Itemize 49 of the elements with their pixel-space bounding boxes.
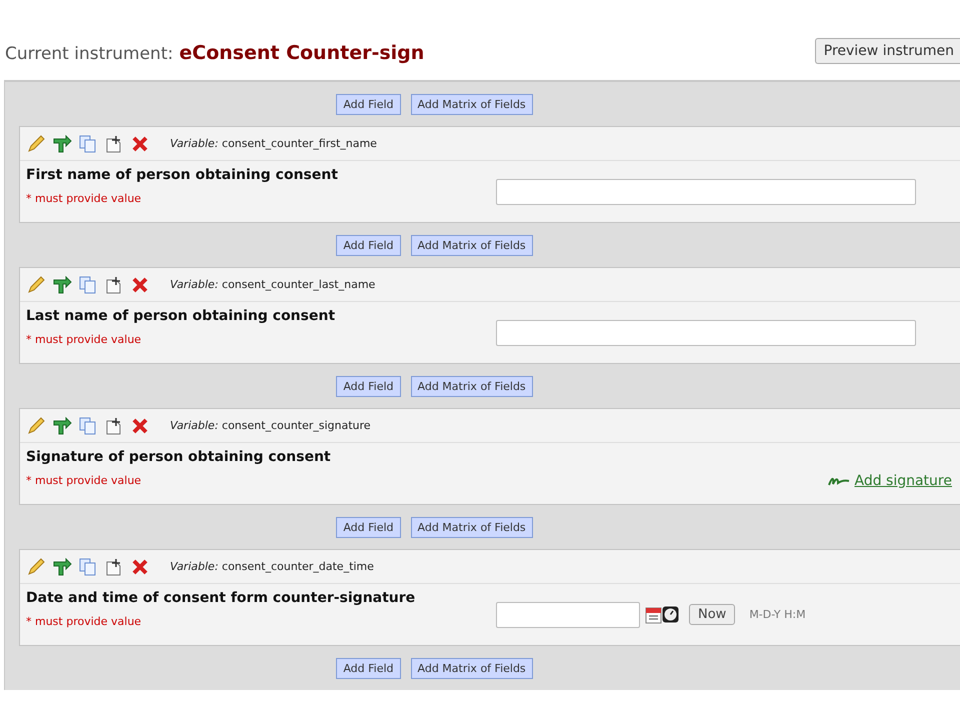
- text-input[interactable]: [496, 320, 916, 346]
- variable-name: Variable: consent_counter_first_name: [170, 137, 377, 150]
- add-field-button[interactable]: Add Field: [336, 94, 401, 114]
- add-field-button[interactable]: Add Field: [336, 516, 401, 538]
- add-matrix-button[interactable]: Add Matrix of Fields: [410, 658, 533, 678]
- clock-icon[interactable]: [662, 606, 679, 623]
- add-field-button[interactable]: Add Field: [336, 658, 401, 678]
- pencil-icon[interactable]: [26, 416, 46, 434]
- branch-arrow-icon[interactable]: [52, 134, 72, 152]
- variable-name: Variable: consent_counter_date_time: [170, 560, 374, 573]
- calendar-icon[interactable]: [645, 606, 662, 624]
- add-matrix-button[interactable]: Add Matrix of Fields: [410, 516, 533, 538]
- copy-icon[interactable]: [78, 276, 98, 294]
- date-format-hint: M-D-Y H:M: [749, 608, 806, 621]
- variable-name: Variable: consent_counter_signature: [170, 419, 371, 432]
- add-field-button[interactable]: Add Field: [336, 376, 401, 396]
- delete-icon[interactable]: [130, 558, 150, 576]
- copy-icon[interactable]: [78, 558, 98, 576]
- branch-arrow-icon[interactable]: [52, 558, 72, 576]
- required-note: * must provide value: [26, 474, 142, 487]
- date-input[interactable]: [496, 602, 640, 628]
- required-note: * must provide value: [26, 192, 142, 205]
- required-note: * must provide value: [26, 615, 142, 628]
- variable-name: Variable: consent_counter_last_name: [170, 278, 376, 291]
- preview-button[interactable]: Preview instrumen: [814, 38, 960, 64]
- pencil-icon[interactable]: [26, 558, 46, 576]
- add-signature-link[interactable]: Add signature: [854, 472, 952, 488]
- field-label: Date and time of consent form counter-signature: [26, 590, 416, 606]
- field-label: Last name of person obtaining consent: [26, 308, 336, 324]
- add-matrix-button[interactable]: Add Matrix of Fields: [410, 376, 533, 396]
- delete-icon[interactable]: [130, 416, 150, 434]
- pencil-icon[interactable]: [26, 134, 46, 152]
- delete-icon[interactable]: [130, 276, 150, 294]
- add-field-button[interactable]: Add Field: [336, 234, 401, 256]
- add-matrix-button[interactable]: Add Matrix of Fields: [410, 234, 533, 256]
- branch-arrow-icon[interactable]: [52, 416, 72, 434]
- pencil-icon[interactable]: [26, 276, 46, 294]
- branch-arrow-icon[interactable]: [52, 276, 72, 294]
- instrument-name: eConsent Counter-sign: [179, 42, 424, 64]
- delete-icon[interactable]: [130, 134, 150, 152]
- required-note: * must provide value: [26, 333, 142, 346]
- field-label: First name of person obtaining consent: [26, 167, 339, 183]
- field-label: Signature of person obtaining consent: [26, 449, 332, 465]
- add-matrix-button[interactable]: Add Matrix of Fields: [410, 94, 533, 114]
- now-button[interactable]: Now: [689, 604, 736, 625]
- instrument-label: Current instrument:: [5, 44, 174, 64]
- copy-icon[interactable]: [78, 416, 98, 434]
- copy-icon[interactable]: [78, 134, 98, 152]
- text-input[interactable]: [496, 178, 916, 204]
